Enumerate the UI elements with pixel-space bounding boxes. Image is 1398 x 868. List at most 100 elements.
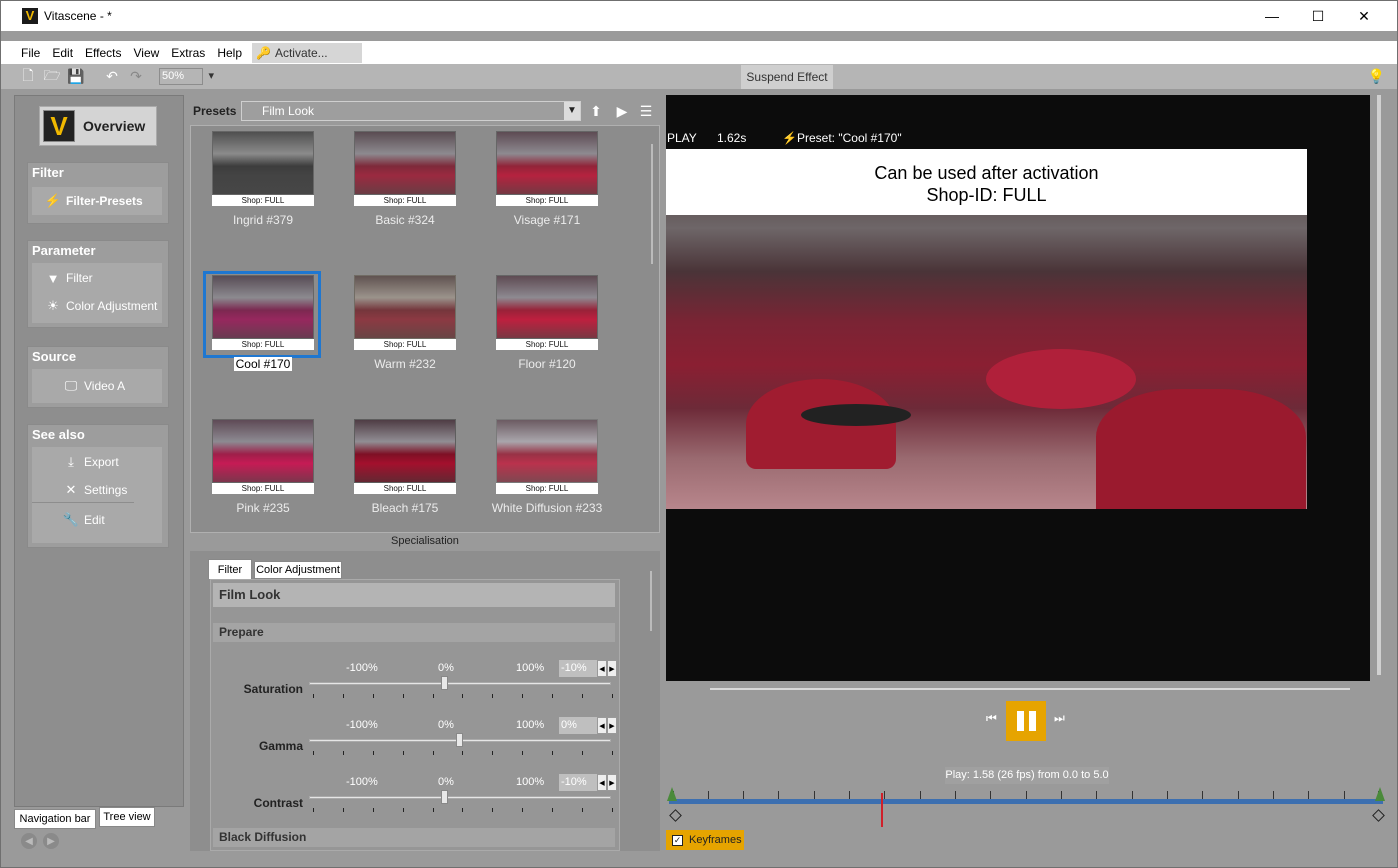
spin-down-icon[interactable]: ◀	[597, 717, 607, 734]
save-icon[interactable]: 💾	[67, 68, 85, 85]
menu-effects[interactable]: Effects	[79, 46, 127, 60]
preset-thumb[interactable]: Shop: FULL Warm #232	[354, 275, 456, 371]
activate-button[interactable]: 🔑 Activate...	[252, 42, 362, 63]
saturation-knob[interactable]	[441, 676, 448, 690]
nav-item-settings[interactable]: ✕ Settings	[32, 477, 134, 503]
specialisation-label: Specialisation	[391, 535, 459, 547]
preset-thumb[interactable]: Shop: FULL White Diffusion #233	[492, 419, 602, 515]
preset-thumb[interactable]: Shop: FULL Ingrid #379	[212, 131, 314, 227]
contrast-knob[interactable]	[441, 790, 448, 804]
spin-up-icon[interactable]: ▶	[607, 774, 617, 791]
preset-thumb[interactable]: Shop: FULL Floor #120	[496, 275, 598, 371]
gamma-knob[interactable]	[456, 733, 463, 747]
nav-item-video-a[interactable]: 🖵 Video A	[32, 369, 162, 403]
preset-thumb[interactable]: Shop: FULL Pink #235	[212, 419, 314, 515]
preset-image	[354, 131, 456, 195]
preset-thumb-selected[interactable]: Shop: FULL Cool #170	[212, 275, 314, 371]
tab-color-adjustment[interactable]: Color Adjustment	[254, 561, 342, 579]
preset-thumb[interactable]: Shop: FULL Bleach #175	[354, 419, 456, 515]
parameter-scrollbar[interactable]	[650, 571, 652, 631]
list-view-icon[interactable]: ☰	[637, 102, 655, 120]
pause-button[interactable]	[1006, 701, 1046, 741]
nav-item-edit[interactable]: 🔧 Edit	[32, 503, 162, 537]
range-start-marker[interactable]	[667, 787, 677, 801]
keyframe-start-icon[interactable]	[669, 809, 682, 822]
preset-image	[496, 131, 598, 195]
preset-image	[496, 419, 598, 483]
filter-tab-panel: Film Look Prepare Saturation -100% 0% 10…	[210, 579, 620, 851]
shop-label: Shop: FULL	[212, 195, 314, 206]
gamma-value-field[interactable]: 0%	[559, 717, 597, 734]
saturation-value-field[interactable]: -10%	[559, 660, 597, 677]
overview-button[interactable]: V Overview	[39, 106, 157, 146]
contrast-value-field[interactable]: -10%	[559, 774, 597, 791]
redo-icon[interactable]: ↷	[127, 68, 145, 85]
playhead[interactable]	[881, 793, 883, 827]
preset-name: Visage #171	[513, 213, 581, 227]
menu-help[interactable]: Help	[211, 46, 248, 60]
spin-down-icon[interactable]: ◀	[597, 660, 607, 677]
menu-file[interactable]: File	[15, 46, 46, 60]
banner-line-2: Shop-ID: FULL	[926, 185, 1047, 205]
title-bar[interactable]: V Vitascene - * — ☐ ✕	[1, 1, 1397, 31]
preset-thumb[interactable]: Shop: FULL Basic #324	[354, 131, 456, 227]
menu-view[interactable]: View	[128, 46, 166, 60]
preset-category-select[interactable]: Film Look ▼	[241, 101, 581, 121]
range-end-marker[interactable]	[1375, 787, 1385, 801]
tab-filter[interactable]: Filter	[208, 559, 252, 579]
contrast-track[interactable]	[309, 796, 611, 799]
close-icon[interactable]: ✕	[1341, 1, 1387, 31]
nav-item-filter-presets[interactable]: ⚡ Filter-Presets	[32, 187, 162, 215]
shop-label: Shop: FULL	[212, 483, 314, 494]
video-viewer[interactable]: PLAY 1.62s ⚡ Preset: "Cool #170" Can be …	[666, 95, 1370, 681]
tab-navigation-bar[interactable]: Navigation bar	[14, 809, 96, 829]
zoom-select[interactable]: 50%	[159, 68, 214, 85]
tick-max: 100%	[516, 662, 545, 674]
spin-down-icon[interactable]: ◀	[597, 774, 607, 791]
nav-item-color-adjustment[interactable]: ☀ Color Adjustment	[32, 293, 162, 319]
tab-tree-view[interactable]: Tree view	[99, 807, 155, 827]
timeline[interactable]	[667, 787, 1385, 827]
undo-icon[interactable]: ↶	[103, 68, 121, 85]
menu-extras[interactable]: Extras	[165, 46, 211, 60]
section-prepare: Prepare	[213, 623, 615, 642]
activate-label: Activate...	[274, 45, 328, 60]
preset-name: Basic #324	[375, 213, 435, 227]
menu-edit[interactable]: Edit	[46, 46, 79, 60]
keyframe-end-icon[interactable]	[1372, 809, 1385, 822]
chevron-down-icon[interactable]: ▼	[564, 102, 580, 120]
spin-up-icon[interactable]: ▶	[607, 717, 617, 734]
funnel-icon: ▼	[46, 270, 60, 286]
skip-back-icon[interactable]: ⏮	[986, 711, 997, 726]
keyframes-toggle[interactable]: ✓ Keyframes	[666, 830, 744, 850]
back-arrow-icon[interactable]: ◀	[21, 833, 37, 849]
suspend-effect-button[interactable]: Suspend Effect	[741, 65, 833, 89]
arrow-up-icon[interactable]: ⬆	[587, 102, 605, 120]
new-file-icon[interactable]: 🗋	[19, 67, 37, 85]
activation-banner: Can be used after activation Shop-ID: FU…	[666, 149, 1307, 215]
skip-forward-icon[interactable]: ⏭	[1054, 711, 1065, 726]
open-folder-icon[interactable]: 🗁	[43, 67, 61, 85]
nav-item-filter[interactable]: ▼ Filter	[32, 263, 162, 293]
forward-arrow-icon[interactable]: ▶	[43, 833, 59, 849]
nav-item-export[interactable]: ⤓ Export	[32, 447, 162, 477]
spin-up-icon[interactable]: ▶	[607, 660, 617, 677]
viewer-vertical-scrollbar[interactable]	[1373, 95, 1385, 681]
scroll-thumb[interactable]	[1377, 95, 1381, 675]
lightbulb-icon[interactable]: 💡	[1368, 68, 1385, 85]
nav-item-label: Edit	[84, 513, 105, 527]
play-preview-icon[interactable]: ▶	[613, 102, 631, 120]
preset-grid: Shop: FULL Ingrid #379 Shop: FULL Basic …	[190, 125, 660, 533]
maximize-icon[interactable]: ☐	[1295, 1, 1341, 31]
scroll-thumb[interactable]	[710, 688, 1350, 690]
keyframes-checkbox[interactable]: ✓	[672, 834, 683, 846]
slider-ticks	[313, 694, 613, 698]
sun-icon: ☀	[47, 298, 59, 313]
viewer-horizontal-scrollbar[interactable]	[666, 681, 1370, 695]
saturation-track[interactable]	[309, 682, 611, 685]
minimize-icon[interactable]: —	[1249, 1, 1295, 31]
grid-scrollbar[interactable]	[651, 144, 653, 264]
tick-min: -100%	[346, 719, 378, 731]
preset-thumb[interactable]: Shop: FULL Visage #171	[496, 131, 598, 227]
shop-label: Shop: FULL	[354, 195, 456, 206]
